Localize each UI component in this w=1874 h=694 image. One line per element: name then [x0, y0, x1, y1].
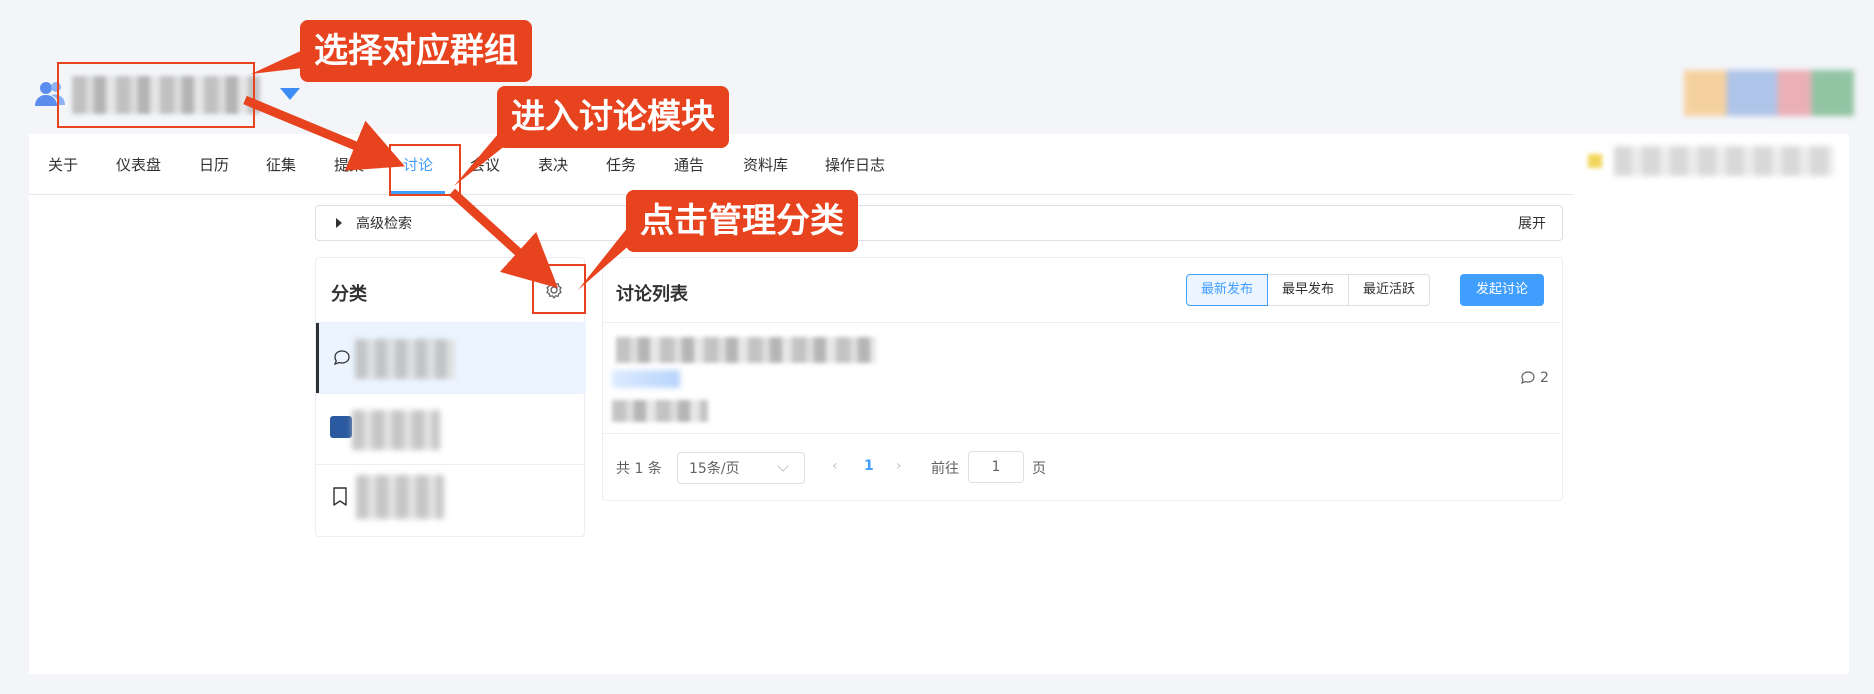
prev-page-button[interactable]: ‹	[832, 458, 838, 474]
tab-meeting[interactable]: 会议	[470, 154, 500, 175]
category-title: 分类	[331, 284, 367, 305]
discussion-meta	[612, 400, 708, 422]
highlight-gear-box	[532, 264, 586, 314]
category-item[interactable]	[316, 394, 583, 464]
goto-page-input[interactable]: 1	[968, 451, 1024, 483]
page-suffix: 页	[1032, 461, 1046, 477]
tab-proposal[interactable]: 提案	[334, 154, 364, 175]
tab-library[interactable]: 资料库	[743, 154, 788, 175]
advanced-search-label[interactable]: 高级检索	[356, 213, 412, 233]
discussion-tag	[612, 370, 680, 388]
page-size-value: 15条/页	[689, 461, 740, 477]
module-tabs: 关于 仪表盘 日历 征集 提案 讨论 会议 表决 任务 通告 资料库 操作日志	[29, 134, 1574, 195]
comment-icon	[1520, 371, 1535, 385]
tab-operation-log[interactable]: 操作日志	[825, 154, 885, 175]
highlight-tab-box	[389, 144, 461, 196]
user-name[interactable]	[1614, 146, 1834, 176]
bookmark-icon	[333, 487, 347, 506]
highlight-group-box	[57, 62, 255, 128]
discussion-title[interactable]	[616, 337, 876, 363]
category-name	[356, 475, 444, 519]
tab-vote[interactable]: 表决	[538, 154, 568, 175]
folder-icon	[330, 416, 352, 438]
comment-count-value: 2	[1540, 370, 1549, 386]
category-name	[352, 410, 440, 450]
tab-notice[interactable]: 通告	[674, 154, 704, 175]
category-item[interactable]	[316, 465, 583, 535]
comment-count: 2	[1520, 370, 1549, 386]
tab-task[interactable]: 任务	[606, 154, 636, 175]
discussion-list-title: 讨论列表	[616, 284, 688, 305]
tab-solicitation[interactable]: 征集	[266, 154, 296, 175]
sort-active-button[interactable]: 最近活跃	[1348, 274, 1431, 306]
category-item[interactable]	[316, 323, 586, 393]
tab-calendar[interactable]: 日历	[199, 154, 229, 175]
divider	[603, 322, 1561, 323]
start-discussion-button[interactable]: 发起讨论	[1460, 274, 1545, 306]
goto-label: 前往	[931, 461, 959, 477]
group-dropdown-caret[interactable]	[280, 88, 300, 100]
user-badge	[1588, 154, 1602, 168]
tab-dashboard[interactable]: 仪表盘	[116, 154, 161, 175]
callout-select-group: 选择对应群组	[300, 20, 532, 82]
divider	[603, 433, 1561, 434]
advanced-search-bar[interactable]	[315, 205, 1563, 241]
sort-newest-button[interactable]: 最新发布	[1186, 274, 1269, 306]
callout-manage-category: 点击管理分类	[626, 190, 858, 252]
next-page-button[interactable]: ›	[896, 458, 902, 474]
current-page-number[interactable]: 1	[864, 458, 874, 474]
category-name	[355, 339, 455, 379]
caret-right-icon	[336, 218, 342, 228]
member-avatars[interactable]	[1684, 70, 1854, 116]
sort-button-group: 最新发布 最早发布 最近活跃	[1186, 274, 1431, 306]
callout-enter-discussion: 进入讨论模块	[497, 86, 729, 148]
expand-button[interactable]: 展开	[1518, 213, 1546, 233]
sort-oldest-button[interactable]: 最早发布	[1267, 274, 1350, 306]
pagination-total: 共 1 条	[616, 461, 662, 477]
chat-bubble-icon	[333, 350, 350, 366]
tab-about[interactable]: 关于	[48, 154, 78, 175]
